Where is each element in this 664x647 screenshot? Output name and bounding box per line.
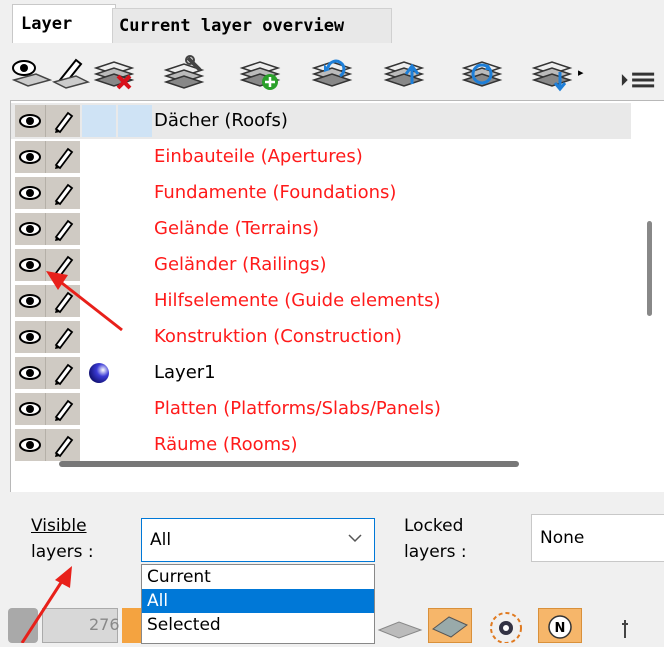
tab-layer[interactable]: Layer (12, 4, 116, 43)
visible-layers-combobox[interactable]: All (141, 518, 375, 562)
pencil-icon[interactable] (46, 177, 80, 209)
layer-toolbar: ▸ (0, 44, 664, 100)
eye-icon[interactable] (15, 321, 46, 353)
visible-layers-label-line1: Visible (31, 516, 87, 536)
locked-layers-combobox[interactable]: None (531, 514, 664, 562)
visible-layers-value: All (150, 530, 172, 550)
layer-row[interactable]: Fundamente (Foundations) (11, 175, 631, 211)
layer-name: Layer1 (154, 362, 216, 383)
layer-more-icon[interactable] (530, 50, 574, 94)
eye-icon[interactable] (15, 177, 46, 209)
svg-text:N: N (555, 621, 566, 636)
layer-stack-icon[interactable] (375, 616, 425, 643)
layer-name: Konstruktion (Construction) (154, 326, 402, 347)
layer-row[interactable]: Hilfselemente (Guide elements) (11, 283, 631, 319)
layer-name: Hilfselemente (Guide elements) (154, 290, 441, 311)
layer-color-cell[interactable] (82, 249, 116, 281)
layer-color-cell[interactable] (82, 177, 116, 209)
layer-status-cell (118, 393, 152, 425)
layer-color-cell[interactable] (82, 285, 116, 317)
pencil-icon[interactable] (46, 285, 80, 317)
delete-layer-icon[interactable] (92, 50, 136, 94)
layer-status-cell (118, 177, 152, 209)
layer-color-cell[interactable] (82, 321, 116, 353)
lock-icon[interactable] (8, 608, 38, 643)
eye-icon[interactable] (15, 141, 46, 173)
move-layer-up-icon[interactable] (382, 50, 426, 94)
layer-name: Geländer (Railings) (154, 254, 327, 275)
visible-layers-label-line2: layers : (31, 542, 94, 562)
eye-icon[interactable] (15, 357, 46, 389)
tab-current-layer-overview[interactable]: Current layer overview (112, 8, 392, 43)
layer-ball-icon[interactable] (82, 357, 116, 389)
pencil-icon[interactable] (46, 213, 80, 245)
number-button[interactable]: 276 (42, 608, 120, 643)
layer-color-cell[interactable] (82, 429, 116, 461)
gear-snap-icon[interactable] (484, 608, 528, 644)
pencil-icon[interactable] (46, 249, 80, 281)
vertical-scrollbar[interactable] (647, 221, 652, 316)
layer-row[interactable]: Geländer (Railings) (11, 247, 631, 283)
layer-name: Fundamente (Foundations) (154, 182, 397, 203)
layer-color-cell[interactable] (82, 105, 116, 137)
pencil-icon[interactable] (46, 429, 80, 461)
layer-color-cell[interactable] (82, 213, 116, 245)
pencil-icon[interactable] (46, 357, 80, 389)
plane-icon[interactable] (428, 608, 472, 643)
layer-row[interactable]: Dächer (Roofs) (11, 103, 631, 139)
pencil-layer-icon[interactable] (48, 50, 92, 94)
layer-status-cell (118, 429, 152, 461)
layer-status-cell (118, 285, 152, 317)
layer-color-cell[interactable] (82, 393, 116, 425)
layer-name: Gelände (Terrains) (154, 218, 320, 239)
eye-icon[interactable] (15, 213, 46, 245)
layer-status-cell (118, 357, 152, 389)
layer-row[interactable]: Einbauteile (Apertures) (11, 139, 631, 175)
layer-status-cell (118, 105, 152, 137)
pencil-icon[interactable] (46, 141, 80, 173)
dropdown-arrow-icon[interactable]: ▸ (578, 66, 584, 79)
locked-layers-label-line1: Locked (404, 516, 464, 536)
layer-status-cell (118, 141, 152, 173)
refresh-layer-icon[interactable] (460, 50, 504, 94)
layer-name: Dächer (Roofs) (154, 110, 288, 131)
pencil-icon[interactable] (46, 321, 80, 353)
eye-icon[interactable] (15, 105, 46, 137)
highlight-button[interactable] (122, 608, 142, 643)
more-icon[interactable] (620, 618, 630, 643)
rotate-layer-icon[interactable] (310, 50, 354, 94)
layer-status-cell (118, 213, 152, 245)
chevron-down-icon[interactable] (348, 531, 362, 547)
tab-bar: Layer Current layer overview (0, 0, 664, 44)
layer-row[interactable]: Gelände (Terrains) (11, 211, 631, 247)
eye-icon[interactable] (15, 285, 46, 317)
visible-layers-dropdown: Current All Selected (141, 564, 375, 644)
dropdown-option[interactable]: Selected (142, 613, 374, 637)
eye-icon[interactable] (15, 393, 46, 425)
layer-name: Räume (Rooms) (154, 434, 298, 455)
north-icon[interactable]: N (538, 608, 582, 643)
layer-settings-icon[interactable] (162, 50, 206, 94)
locked-layers-value: None (540, 528, 585, 548)
layer-row[interactable]: Platten (Platforms/Slabs/Panels) (11, 391, 631, 427)
layer-status-cell (118, 249, 152, 281)
eye-icon[interactable] (15, 429, 46, 461)
layer-name: Platten (Platforms/Slabs/Panels) (154, 398, 441, 419)
eye-icon[interactable] (15, 249, 46, 281)
dropdown-option[interactable]: Current (142, 565, 374, 589)
locked-layers-label-line2: layers : (404, 542, 467, 562)
layer-row[interactable]: Layer1 (11, 355, 631, 391)
layer-row[interactable]: Räume (Rooms) (11, 427, 631, 463)
pencil-icon[interactable] (46, 393, 80, 425)
menu-icon[interactable] (616, 58, 655, 88)
layer-row[interactable]: Konstruktion (Construction) (11, 319, 631, 355)
layer-list: Dächer (Roofs) Einbauteile (Apertures) Fun… (10, 100, 664, 494)
layer-name: Einbauteile (Apertures) (154, 146, 363, 167)
add-layer-icon[interactable] (238, 50, 282, 94)
pencil-icon[interactable] (46, 105, 80, 137)
layer-status-cell (118, 321, 152, 353)
layer-color-cell[interactable] (82, 141, 116, 173)
dropdown-option[interactable]: All (142, 589, 374, 613)
number-value: 276 (89, 615, 120, 634)
